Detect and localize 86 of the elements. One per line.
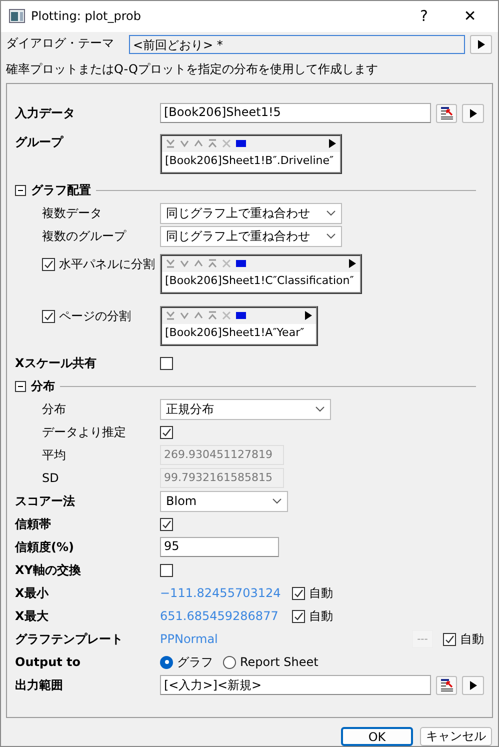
checkbox[interactable]: [160, 518, 173, 531]
section-title: 分布: [31, 378, 55, 395]
chevron-icon: [326, 233, 336, 240]
collapse-icon[interactable]: [15, 184, 26, 196]
theme-label: ダイアログ・テーマ: [6, 34, 115, 52]
field-label: データより推定: [42, 424, 127, 441]
radio-label: Report Sheet: [240, 655, 318, 670]
field-label: 平均: [42, 446, 67, 464]
range-field[interactable]: [Book206]Sheet1!5: [160, 103, 431, 124]
checkbox[interactable]: [443, 632, 456, 646]
menu-button[interactable]: [462, 104, 484, 123]
chevron-icon: [272, 498, 282, 504]
field-label: 複数データ: [42, 204, 103, 222]
checkbox[interactable]: [292, 586, 305, 600]
menu-button[interactable]: [462, 676, 484, 695]
field-label: 出力範囲: [15, 676, 64, 694]
theme-field[interactable]: <前回どおり> *: [129, 34, 465, 54]
section-title: グラフ配置: [31, 182, 91, 199]
text-field[interactable]: 95: [160, 537, 279, 558]
dropdown[interactable]: Blom: [160, 490, 288, 512]
field-label: X最小: [15, 584, 50, 602]
field-label: Xスケール共有: [15, 354, 98, 372]
list-item[interactable]: [Book206]Sheet1!B″.Driveline″: [162, 152, 340, 169]
arrow-icon: [478, 40, 484, 49]
field-label: XY軸の交換: [15, 562, 82, 579]
range-field[interactable]: [<入力>]<新規>: [160, 675, 431, 696]
checkbox[interactable]: [160, 356, 173, 370]
checkbox[interactable]: [160, 564, 173, 577]
arrow-icon: [470, 680, 477, 690]
field-label: グラフテンプレート: [15, 630, 124, 648]
radio-button[interactable]: [223, 656, 236, 669]
dialog-button[interactable]: OK: [341, 727, 413, 746]
radio-button[interactable]: [160, 656, 173, 669]
checkbox[interactable]: [42, 310, 55, 323]
checkbox-label: 自動: [460, 630, 484, 648]
field-label: 分布: [42, 400, 67, 418]
checkbox[interactable]: [42, 258, 55, 271]
field-label: X最大: [15, 608, 50, 625]
field-label: 入力データ: [15, 104, 76, 122]
collapse-icon[interactable]: [15, 380, 26, 392]
arrow-icon: [348, 259, 356, 268]
field-label: 信頼帯: [15, 516, 52, 533]
dialog-button[interactable]: キャンセル: [420, 727, 492, 746]
rectangle-icon[interactable]: [236, 140, 246, 148]
column-list[interactable]: [Book206]Sheet1!A″Year″: [160, 306, 318, 346]
checkbox-label: ページの分割: [59, 308, 131, 325]
readonly-field: 99.7932161585815: [160, 468, 284, 488]
arrow-icon: [305, 311, 312, 320]
value-text: −111.82455703124: [160, 586, 282, 600]
dropdown[interactable]: 同じグラフ上で重ね合わせ: [160, 202, 342, 224]
checkbox[interactable]: [160, 426, 173, 439]
field-label: 信頼度(%): [15, 538, 75, 556]
menu-button[interactable]: [470, 34, 492, 54]
range-select-icon: [440, 106, 454, 120]
checkbox-label: 自動: [309, 584, 333, 602]
chevron-icon: [315, 406, 325, 412]
field-label: スコアー法: [15, 492, 76, 510]
dropdown[interactable]: 同じグラフ上で重ね合わせ: [160, 226, 342, 247]
description-text: 確率プロットまたはQ-Qプロットを指定の分布を使用して作成します: [5, 60, 379, 78]
chevron-icon: [326, 210, 336, 216]
field-label: 複数のグループ: [42, 228, 128, 245]
checkbox-label: 自動: [309, 608, 333, 625]
list-item[interactable]: [Book206]Sheet1!C″Classification″: [162, 272, 360, 289]
field-label: SD: [42, 471, 60, 486]
checkbox[interactable]: [292, 610, 305, 623]
list-item[interactable]: [Book206]Sheet1!A″Year″: [162, 324, 316, 341]
value-text: 651.685459286877: [160, 609, 280, 624]
dropdown[interactable]: 正規分布: [160, 398, 331, 420]
window-title: Plotting: plot_prob: [31, 9, 142, 24]
range-select-icon: [440, 678, 454, 692]
checkbox-label: 水平パネルに分割: [59, 256, 155, 273]
readonly-field: 269.930451127819: [160, 445, 284, 466]
column-list[interactable]: [Book206]Sheet1!B″.Driveline″: [160, 134, 342, 174]
field-label: Output to: [15, 655, 82, 670]
help-button[interactable]: ?: [404, 1, 444, 32]
arrow-icon: [470, 108, 477, 118]
column-list[interactable]: [Book206]Sheet1!C″Classification″: [160, 254, 362, 294]
radio-label: グラフ: [177, 654, 213, 671]
rectangle-icon[interactable]: [236, 312, 246, 320]
range-select-button[interactable]: [436, 104, 458, 123]
rectangle-icon[interactable]: [236, 260, 246, 268]
close-button[interactable]: ✕: [450, 1, 490, 32]
app-icon: [9, 9, 25, 24]
arrow-icon: [328, 139, 336, 148]
range-select-button[interactable]: [436, 676, 458, 695]
field-label: グループ: [15, 134, 64, 151]
